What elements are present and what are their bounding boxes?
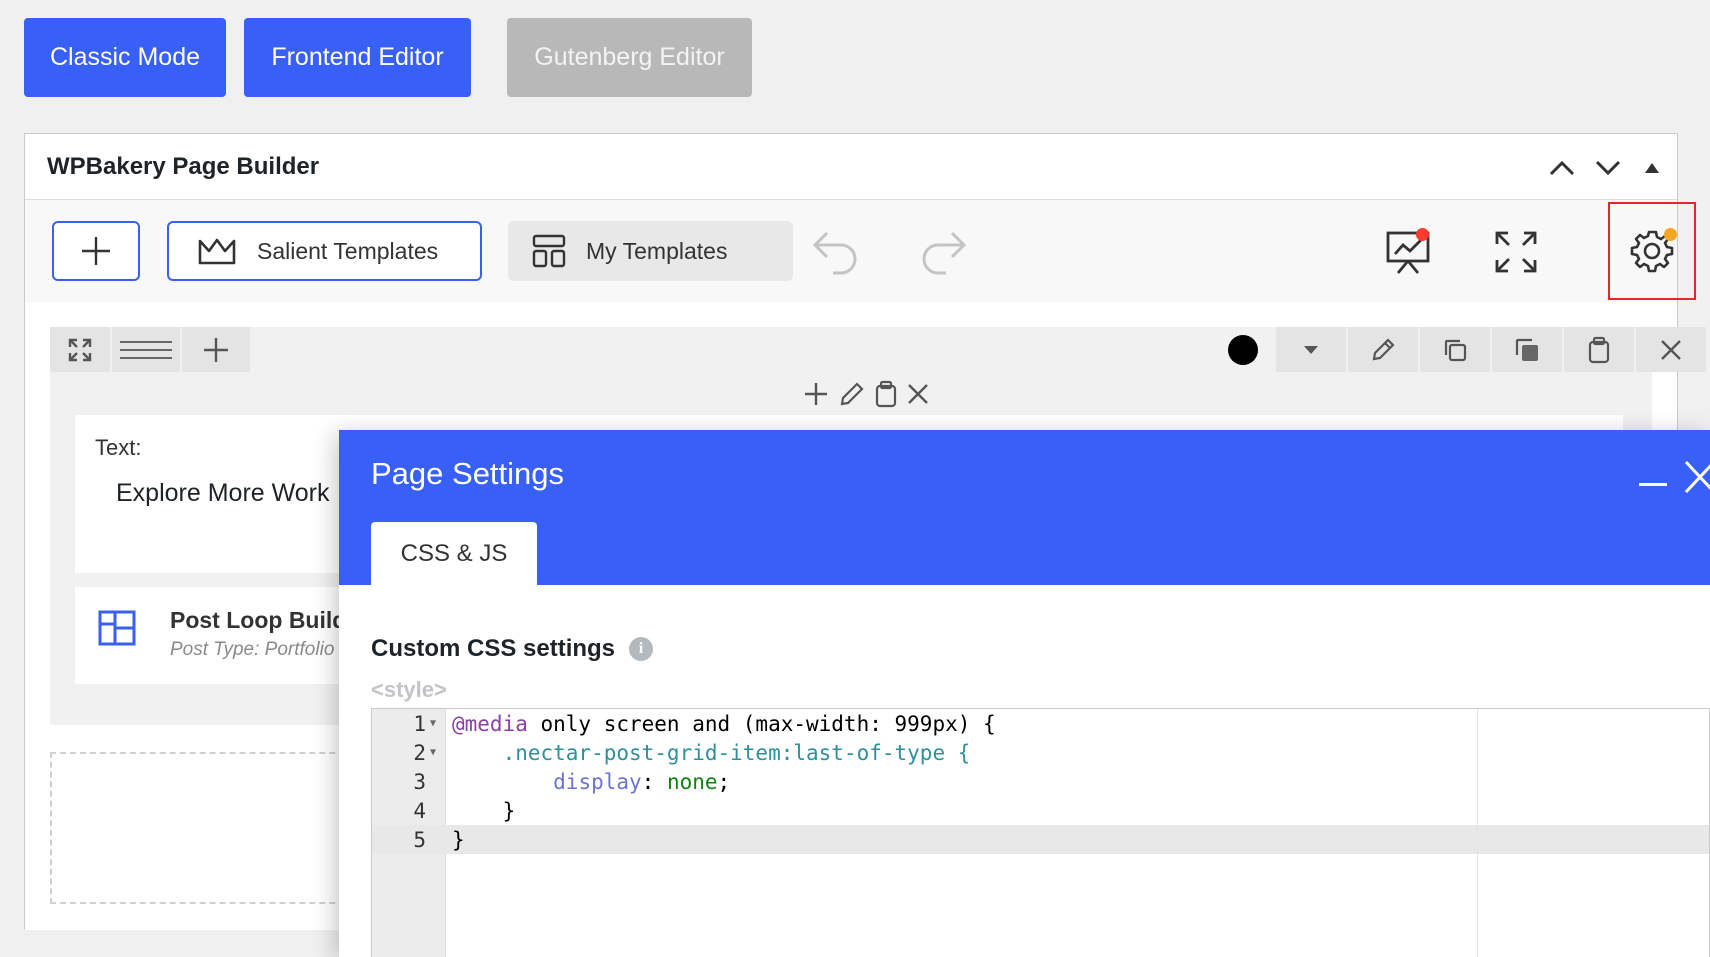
copy-icon [1515, 338, 1538, 361]
salient-templates-button[interactable]: Salient Templates [167, 221, 482, 281]
pencil-icon[interactable] [838, 380, 866, 408]
clone-icon [1444, 339, 1467, 361]
salient-templates-label: Salient Templates [257, 237, 439, 264]
caret-down-icon [1304, 345, 1318, 354]
presentation-chart-icon[interactable] [1376, 220, 1440, 284]
close-icon[interactable] [1684, 460, 1710, 494]
close-icon [1661, 339, 1681, 360]
plus-icon [82, 237, 110, 265]
classic-mode-button[interactable]: Classic Mode [24, 18, 226, 97]
close-icon[interactable] [906, 382, 930, 406]
row-add-column-button[interactable] [182, 327, 250, 372]
post-loop-subtitle: Post Type: Portfolio [170, 639, 335, 660]
row-delete-button[interactable] [1636, 327, 1706, 372]
page-settings-modal: Page Settings CSS & JS Custom CSS settin… [339, 430, 1710, 957]
move-arrows-icon [68, 338, 92, 361]
row-edit-button[interactable] [1348, 327, 1418, 372]
row-layout-button[interactable] [112, 327, 180, 372]
page-settings-button[interactable] [1608, 202, 1696, 300]
color-swatch [1228, 334, 1258, 365]
style-tag-label: <style> [371, 677, 447, 702]
minimize-icon[interactable] [1639, 482, 1667, 488]
fold-arrow-icon[interactable]: ▼ [426, 747, 446, 758]
row-copy-button[interactable] [1492, 327, 1562, 372]
gutenberg-editor-button[interactable]: Gutenberg Editor [507, 18, 752, 97]
grid-layout-icon [98, 610, 136, 646]
tab-css-js[interactable]: CSS & JS [371, 522, 537, 585]
line-number: 5 [413, 827, 426, 852]
redo-icon[interactable] [911, 220, 975, 284]
collapse-triangle-icon[interactable] [1638, 154, 1666, 182]
line-number: 3 [413, 769, 426, 794]
code-text: display: none; [553, 769, 731, 794]
line-number: 1 [413, 711, 426, 736]
code-line: 4 } [372, 796, 1709, 825]
row-dropdown-button[interactable] [1276, 327, 1346, 372]
custom-css-heading: Custom CSS settings i [371, 635, 654, 663]
panel-title: WPBakery Page Builder [47, 152, 320, 180]
row-drag-handle[interactable] [50, 327, 110, 372]
fold-arrow-icon[interactable]: ▼ [426, 718, 446, 729]
code-line: 1 ▼ @media only screen and (max-width: 9… [372, 709, 1709, 738]
add-element-button[interactable] [52, 221, 140, 281]
row-color-indicator[interactable] [1212, 327, 1274, 372]
code-text: } [452, 798, 516, 823]
code-text: } [452, 827, 465, 852]
css-code-editor[interactable]: 1 ▼ @media only screen and (max-width: 9… [371, 708, 1710, 957]
crown-icon [198, 238, 236, 265]
panel-header: WPBakery Page Builder [25, 134, 1677, 200]
plus-icon[interactable] [802, 380, 830, 408]
custom-css-title: Custom CSS settings [371, 635, 616, 662]
code-text: @media only screen and (max-width: 999px… [452, 711, 996, 736]
chevron-down-icon[interactable] [1594, 154, 1622, 182]
info-icon[interactable]: i [629, 637, 654, 661]
layout-template-icon [532, 234, 566, 268]
line-number: 4 [413, 798, 426, 823]
notification-dot-orange [1664, 228, 1677, 241]
chevron-up-icon[interactable] [1548, 154, 1576, 182]
layout-lines-icon [120, 340, 172, 359]
clipboard-icon [1588, 336, 1610, 363]
code-text: .nectar-post-grid-item:last-of-type { [452, 740, 971, 765]
plus-icon [204, 337, 228, 362]
frontend-editor-button[interactable]: Frontend Editor [244, 18, 471, 97]
text-element-content: Explore More Work [116, 479, 330, 507]
pencil-icon [1372, 337, 1395, 360]
column-controls [802, 380, 930, 408]
clipboard-icon[interactable] [874, 380, 898, 408]
line-number: 2 [413, 740, 426, 765]
code-line: 5 } [372, 825, 1709, 854]
modal-title: Page Settings [371, 456, 565, 491]
builder-toolbar: Salient Templates My Templates [25, 200, 1696, 302]
my-templates-button[interactable]: My Templates [508, 221, 793, 281]
code-line: 3 display: none; [372, 767, 1709, 796]
notification-dot-red [1416, 228, 1429, 241]
modal-header: Page Settings CSS & JS [339, 430, 1710, 585]
code-line: 2 ▼ .nectar-post-grid-item:last-of-type … [372, 738, 1709, 767]
text-element-label: Text: [95, 435, 142, 460]
my-templates-label: My Templates [586, 237, 728, 264]
row-clone-button[interactable] [1420, 327, 1490, 372]
fullscreen-icon[interactable] [1484, 220, 1548, 284]
row-paste-button[interactable] [1564, 327, 1634, 372]
undo-icon[interactable] [804, 220, 868, 284]
